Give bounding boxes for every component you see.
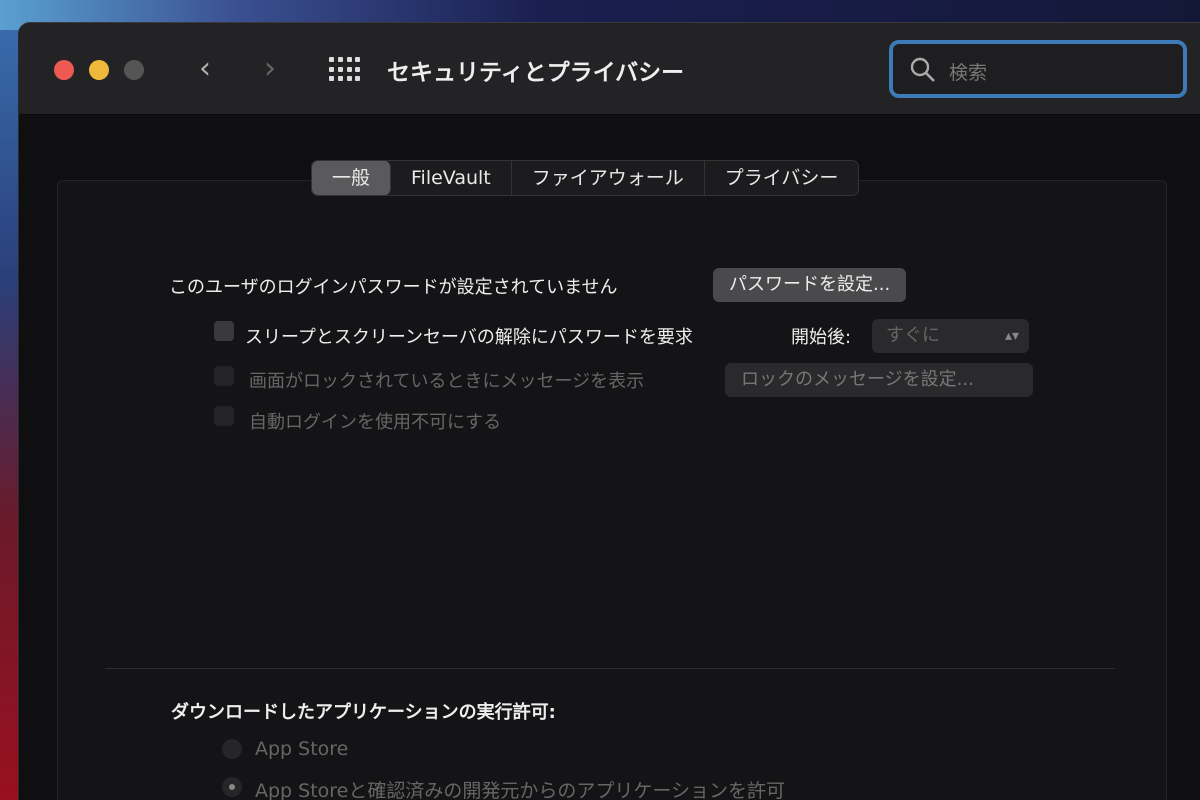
tab-firewall[interactable]: ファイアウォール	[512, 161, 705, 195]
radio-app-store-and-identified[interactable]	[222, 777, 242, 797]
show-message-checkbox[interactable]	[214, 366, 234, 386]
content-area: 一般 FileVault ファイアウォール プライバシー このユーザのログインパ…	[19, 116, 1200, 800]
after-delay-value: すぐに	[886, 325, 940, 346]
tab-privacy[interactable]: プライバシー	[705, 161, 859, 195]
zoom-button[interactable]	[124, 60, 144, 80]
require-password-label: スリープとスクリーンセーバの解除にパスワードを要求	[245, 327, 693, 348]
chevron-up-down-icon: ▴▾	[1004, 328, 1019, 344]
radio-app-store[interactable]	[222, 739, 242, 759]
back-button[interactable]: ‹	[199, 51, 211, 86]
no-password-text: このユーザのログインパスワードが設定されていません	[169, 277, 618, 298]
show-all-grid-icon[interactable]	[329, 57, 361, 83]
set-password-button[interactable]: パスワードを設定...	[713, 268, 907, 302]
radio-app-store-and-identified-label: App Storeと確認済みの開発元からのアプリケーションを許可	[255, 780, 785, 800]
radio-app-store-label: App Store	[255, 738, 349, 760]
window-title: セキュリティとプライバシー	[387, 60, 685, 86]
title-bar: ‹ › セキュリティとプライバシー 検索	[19, 23, 1200, 115]
disable-auto-login-checkbox[interactable]	[214, 406, 234, 426]
search-placeholder: 検索	[949, 62, 988, 84]
search-icon	[910, 57, 935, 82]
require-password-checkbox[interactable]	[214, 321, 234, 341]
close-button[interactable]	[54, 60, 74, 80]
section-divider	[105, 668, 1115, 669]
disable-auto-login-label: 自動ログインを使用不可にする	[249, 412, 502, 433]
minimize-button[interactable]	[89, 60, 109, 80]
search-field[interactable]: 検索	[889, 40, 1187, 98]
after-delay-select[interactable]: すぐに ▴▾	[872, 319, 1029, 353]
set-lock-message-button[interactable]: ロックのメッセージを設定...	[725, 363, 1033, 397]
system-preferences-window: ‹ › セキュリティとプライバシー 検索 一般 FileVault ファイアウォ…	[18, 22, 1200, 800]
show-message-label: 画面がロックされているときにメッセージを表示	[249, 371, 645, 392]
tab-general[interactable]: 一般	[312, 161, 392, 195]
tab-filevault[interactable]: FileVault	[391, 161, 512, 195]
tab-bar: 一般 FileVault ファイアウォール プライバシー	[311, 160, 860, 196]
downloads-heading: ダウンロードしたアプリケーションの実行許可:	[171, 702, 556, 723]
forward-button[interactable]: ›	[264, 51, 276, 86]
after-label: 開始後:	[791, 327, 852, 348]
